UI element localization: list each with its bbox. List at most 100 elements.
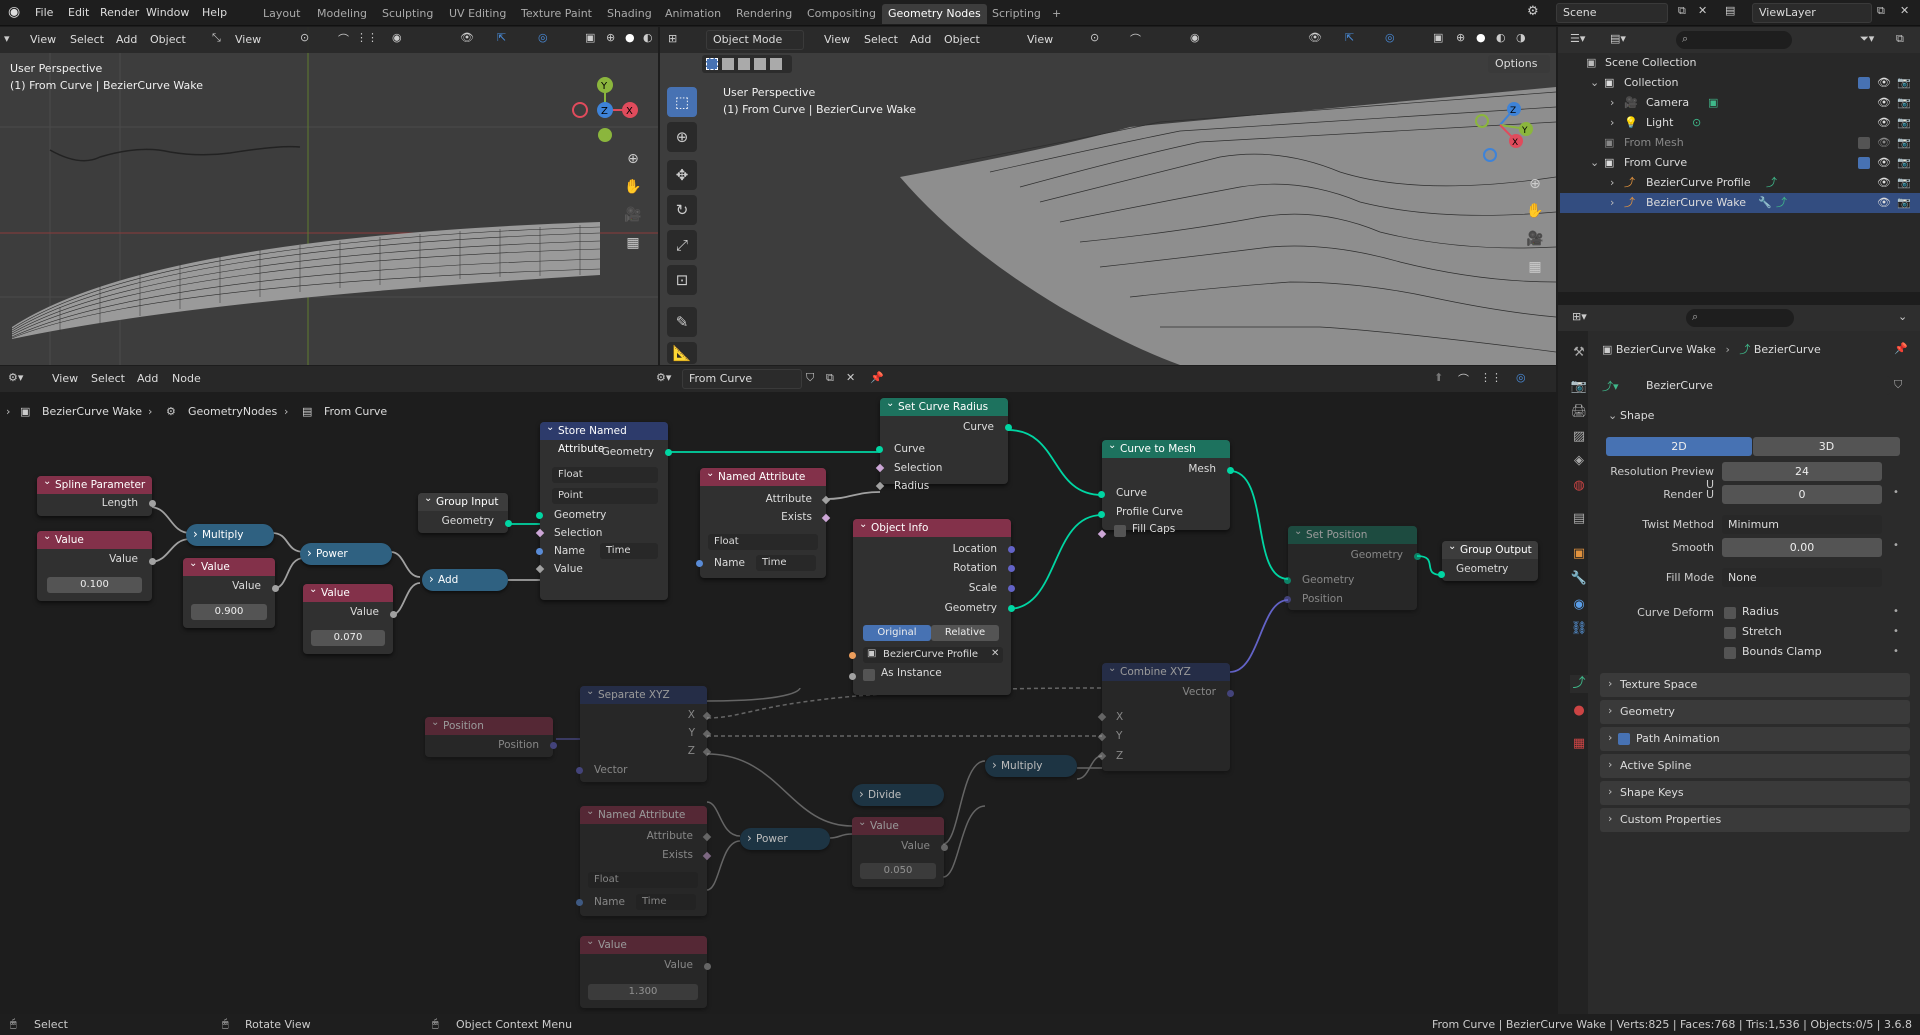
select-extend-icon[interactable] bbox=[722, 58, 734, 70]
ortho-grid-icon[interactable]: ▦ bbox=[621, 231, 645, 255]
panel-shape-header[interactable]: ⌄ Shape bbox=[1600, 404, 1910, 428]
view-layer-selector[interactable]: ViewLayer bbox=[1752, 3, 1872, 23]
value-field[interactable]: 0.070 bbox=[311, 630, 385, 646]
new-collection-icon[interactable]: ⧉ bbox=[1896, 32, 1904, 46]
fill-mode-dropdown[interactable]: None bbox=[1722, 568, 1882, 587]
gizmo-toggle-icon[interactable]: ⇱ bbox=[1345, 31, 1354, 44]
visibility-icon[interactable]: 👁 bbox=[460, 31, 474, 44]
data-type-dropdown[interactable]: Float bbox=[552, 467, 658, 483]
output-socket[interactable] bbox=[1008, 546, 1015, 553]
output-socket[interactable] bbox=[1008, 605, 1015, 612]
eye-icon[interactable]: 👁 bbox=[1877, 113, 1891, 133]
menu-edit[interactable]: Edit bbox=[68, 6, 89, 19]
input-socket[interactable] bbox=[1098, 491, 1105, 498]
exclude-checkbox[interactable] bbox=[1858, 77, 1870, 89]
snap-target-icon[interactable]: ⋮⋮ bbox=[356, 31, 378, 44]
transform-orientation-icon[interactable]: ⤡ bbox=[212, 31, 221, 45]
node-value[interactable]: Value Value 0.050 bbox=[852, 814, 948, 887]
menu-object[interactable]: Object bbox=[944, 33, 980, 46]
select-invert-icon[interactable] bbox=[754, 58, 766, 70]
node-group-input[interactable]: Group Input Geometry bbox=[418, 490, 512, 533]
output-tab-icon[interactable]: 🖨 bbox=[1570, 403, 1588, 421]
view-layer-tab-icon[interactable]: ▨ bbox=[1570, 428, 1588, 446]
radius-checkbox[interactable] bbox=[1724, 607, 1736, 619]
menu-view[interactable]: View bbox=[824, 33, 850, 46]
menu-render[interactable]: Render bbox=[100, 6, 139, 19]
object-field[interactable]: BezierCurve Profile bbox=[863, 647, 1003, 663]
editor-type-icon[interactable]: ▾ bbox=[4, 32, 10, 45]
exclude-checkbox[interactable] bbox=[1858, 137, 1870, 149]
node-curve-to-mesh[interactable]: Curve to Mesh Mesh Curve Profile Curve F… bbox=[1097, 437, 1234, 539]
camera-view-icon[interactable]: 🎥 bbox=[621, 203, 645, 227]
menu-add[interactable]: Add bbox=[116, 33, 137, 46]
tab-scripting[interactable]: Scripting bbox=[986, 4, 1047, 24]
remove-view-layer-icon[interactable]: ✕ bbox=[1900, 4, 1909, 17]
eye-icon[interactable]: 👁 bbox=[1877, 93, 1891, 113]
input-socket[interactable] bbox=[536, 548, 543, 555]
tab-animation[interactable]: Animation bbox=[659, 4, 727, 24]
node-header[interactable]: Spline Parameter bbox=[37, 473, 152, 494]
camera-render-icon[interactable]: 📷 bbox=[1897, 73, 1911, 93]
xray-icon[interactable]: ▣ bbox=[1433, 31, 1443, 44]
input-socket[interactable] bbox=[876, 446, 883, 453]
output-socket[interactable] bbox=[390, 611, 397, 618]
outliner-item-bezier-profile[interactable]: › ⤴ BezierCurve Profile ⤴ 👁 📷 bbox=[1560, 173, 1920, 193]
node-store-named-attribute[interactable]: Store Named Attribute Geometry Float Poi… bbox=[535, 419, 672, 600]
outliner-item-from-mesh[interactable]: ▣ From Mesh 👁 📷 bbox=[1560, 133, 1920, 153]
shading-wire-icon[interactable]: ⊕ bbox=[606, 31, 615, 44]
transform-tool-icon[interactable]: ⊡ bbox=[667, 265, 697, 295]
fill-caps-checkbox[interactable] bbox=[1114, 525, 1126, 537]
path-animation-checkbox[interactable] bbox=[1618, 733, 1630, 745]
new-scene-icon[interactable]: ⧉ bbox=[1678, 4, 1686, 18]
view-layer-icon[interactable]: ▤ bbox=[1725, 4, 1735, 17]
dimensions-3d-toggle[interactable]: 3D bbox=[1753, 437, 1900, 456]
input-socket[interactable] bbox=[1284, 577, 1291, 584]
node-power[interactable]: Power bbox=[300, 542, 392, 565]
options-chevron-icon[interactable]: ⌄ bbox=[1898, 310, 1907, 323]
name-field[interactable]: Time bbox=[756, 555, 816, 571]
dimensions-2d-toggle[interactable]: 2D bbox=[1606, 437, 1752, 456]
pan-hand-icon[interactable]: ✋ bbox=[1523, 199, 1547, 223]
menu-select[interactable]: Select bbox=[864, 33, 898, 46]
node-group-output[interactable]: Group Output Geometry bbox=[1438, 538, 1538, 581]
outliner-item-from-curve[interactable]: ⌄ ▣ From Curve 👁 📷 bbox=[1560, 153, 1920, 173]
output-socket[interactable] bbox=[1227, 467, 1234, 474]
input-socket[interactable] bbox=[536, 512, 543, 519]
node-divide[interactable]: Divide bbox=[852, 783, 944, 806]
domain-dropdown[interactable]: Point bbox=[552, 488, 658, 504]
menu-window[interactable]: Window bbox=[146, 6, 189, 19]
select-intersect-icon[interactable] bbox=[770, 58, 782, 70]
node-header[interactable]: Value bbox=[852, 814, 944, 835]
expand-arrow-icon[interactable]: ⌄ bbox=[1590, 73, 1599, 93]
original-toggle[interactable]: Original bbox=[863, 625, 931, 641]
node-header[interactable]: Set Curve Radius bbox=[880, 395, 1008, 416]
tab-sculpting[interactable]: Sculpting bbox=[376, 4, 439, 24]
right-viewport[interactable]: ⊞ Object Mode View Select Add Object Vie… bbox=[660, 27, 1556, 365]
value-field[interactable]: 1.300 bbox=[588, 984, 698, 1000]
outliner-search-input[interactable] bbox=[1676, 31, 1792, 49]
curve-data-icon[interactable]: ⤴ bbox=[1776, 193, 1787, 213]
panel-shape-keys[interactable]: Shape Keys bbox=[1600, 780, 1910, 805]
scene-tab-icon[interactable]: ◈ bbox=[1570, 452, 1588, 470]
curve-data-icon[interactable]: ⤴ bbox=[1766, 173, 1777, 193]
tab-modeling[interactable]: Modeling bbox=[311, 4, 373, 24]
stretch-checkbox[interactable] bbox=[1724, 627, 1736, 639]
shading-solid-icon[interactable]: ● bbox=[625, 31, 635, 44]
constraints-tab-icon[interactable]: ⛓ bbox=[1570, 620, 1588, 638]
options-dropdown[interactable]: Options bbox=[1488, 55, 1550, 73]
eye-icon[interactable]: 👁 bbox=[1877, 73, 1891, 93]
node-value[interactable]: Value Value 0.900 bbox=[183, 555, 279, 628]
output-socket[interactable] bbox=[149, 558, 156, 565]
new-view-layer-icon[interactable]: ⧉ bbox=[1877, 4, 1885, 18]
node-separate-xyz[interactable]: Separate XYZ X Y Z Vector bbox=[576, 683, 712, 782]
output-socket[interactable] bbox=[1008, 585, 1015, 592]
pin-icon[interactable]: 📌 bbox=[1894, 342, 1908, 355]
camera-render-icon[interactable]: 📷 bbox=[1897, 193, 1911, 213]
node-header[interactable]: Value bbox=[37, 528, 152, 549]
move-tool-icon[interactable]: ✥ bbox=[667, 160, 697, 190]
input-socket[interactable] bbox=[576, 767, 583, 774]
menu-file[interactable]: File bbox=[35, 6, 53, 19]
shading-rendered-icon[interactable]: ◑ bbox=[1516, 31, 1526, 44]
camera-render-icon[interactable]: 📷 bbox=[1897, 173, 1911, 193]
twist-method-dropdown[interactable]: Minimum bbox=[1722, 515, 1882, 534]
